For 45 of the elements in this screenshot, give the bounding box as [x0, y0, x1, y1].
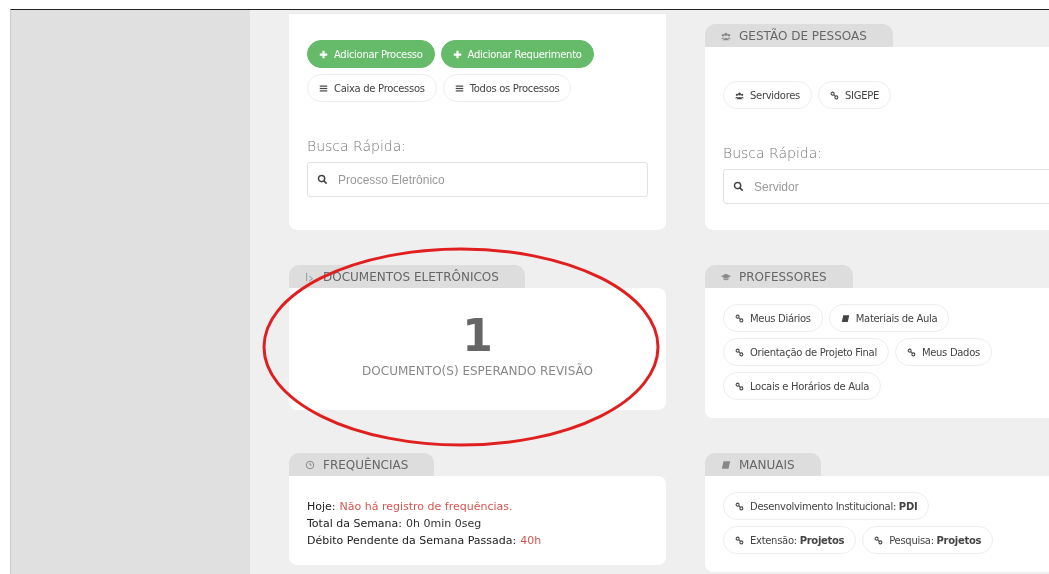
link-icon: [735, 381, 744, 391]
link-icon: [830, 90, 840, 100]
search-field[interactable]: Servidor: [723, 169, 1049, 204]
link-button[interactable]: Pesquisa: Projetos: [862, 526, 994, 554]
link-button[interactable]: Servidores: [723, 81, 813, 109]
link-button[interactable]: Caixa de Processos: [307, 74, 437, 102]
search-label: Busca Rápida:: [723, 145, 824, 161]
book-icon: [840, 313, 850, 323]
panel-title: MANUAIS: [739, 457, 795, 472]
link-button[interactable]: SIGEPE: [818, 81, 891, 109]
link-icon: [735, 501, 744, 511]
panel-title: PROFESSORES: [739, 269, 827, 284]
link-button[interactable]: Meus Diários: [723, 304, 823, 332]
info-value: 0h 0min 0seg: [406, 517, 482, 530]
info-label: Débito Pendente da Semana Passada:: [307, 534, 517, 547]
panel-title: DOCUMENTOS ELETRÔNICOS: [323, 269, 499, 284]
panel-title: GESTÃO DE PESSOAS: [739, 28, 867, 43]
link-button[interactable]: Todos os Processos: [442, 74, 572, 102]
link-button[interactable]: Desenvolvimento Institucional: PDI: [723, 492, 930, 520]
count-caption: DOCUMENTO(S) ESPERANDO REVISÃO: [362, 364, 593, 378]
plus-icon: [452, 49, 462, 59]
link-icon: [906, 347, 916, 357]
info-value: Não há registro de frequências.: [339, 500, 513, 513]
search-label: Busca Rápida:: [307, 138, 408, 154]
link-button[interactable]: Materiais de Aula: [828, 304, 950, 332]
list-icon: [319, 83, 328, 93]
link-button[interactable]: Locais e Horários de Aula: [723, 372, 882, 400]
plus-icon: [319, 49, 328, 59]
document-count: 1: [462, 310, 493, 362]
link-icon: [735, 535, 744, 545]
info-label: Total da Semana:: [307, 517, 403, 530]
graduation-cap-icon: [721, 271, 731, 282]
link-icon: [735, 347, 744, 357]
list-icon: [454, 83, 464, 93]
info-label: Hoje:: [307, 500, 336, 513]
link-button[interactable]: Orientação de Projeto Final: [723, 338, 889, 366]
book-icon: [721, 459, 731, 470]
search-field[interactable]: Processo Eletrônico: [307, 162, 648, 197]
link-button[interactable]: Extensão: Projetos: [723, 526, 857, 554]
clock-icon: [305, 459, 315, 470]
link-icon: [874, 535, 884, 545]
panel-title: FREQUÊNCIAS: [323, 457, 409, 472]
link-button[interactable]: Meus Dados: [894, 338, 992, 366]
link-icon: [735, 313, 744, 323]
info-value: 40h: [520, 534, 542, 547]
